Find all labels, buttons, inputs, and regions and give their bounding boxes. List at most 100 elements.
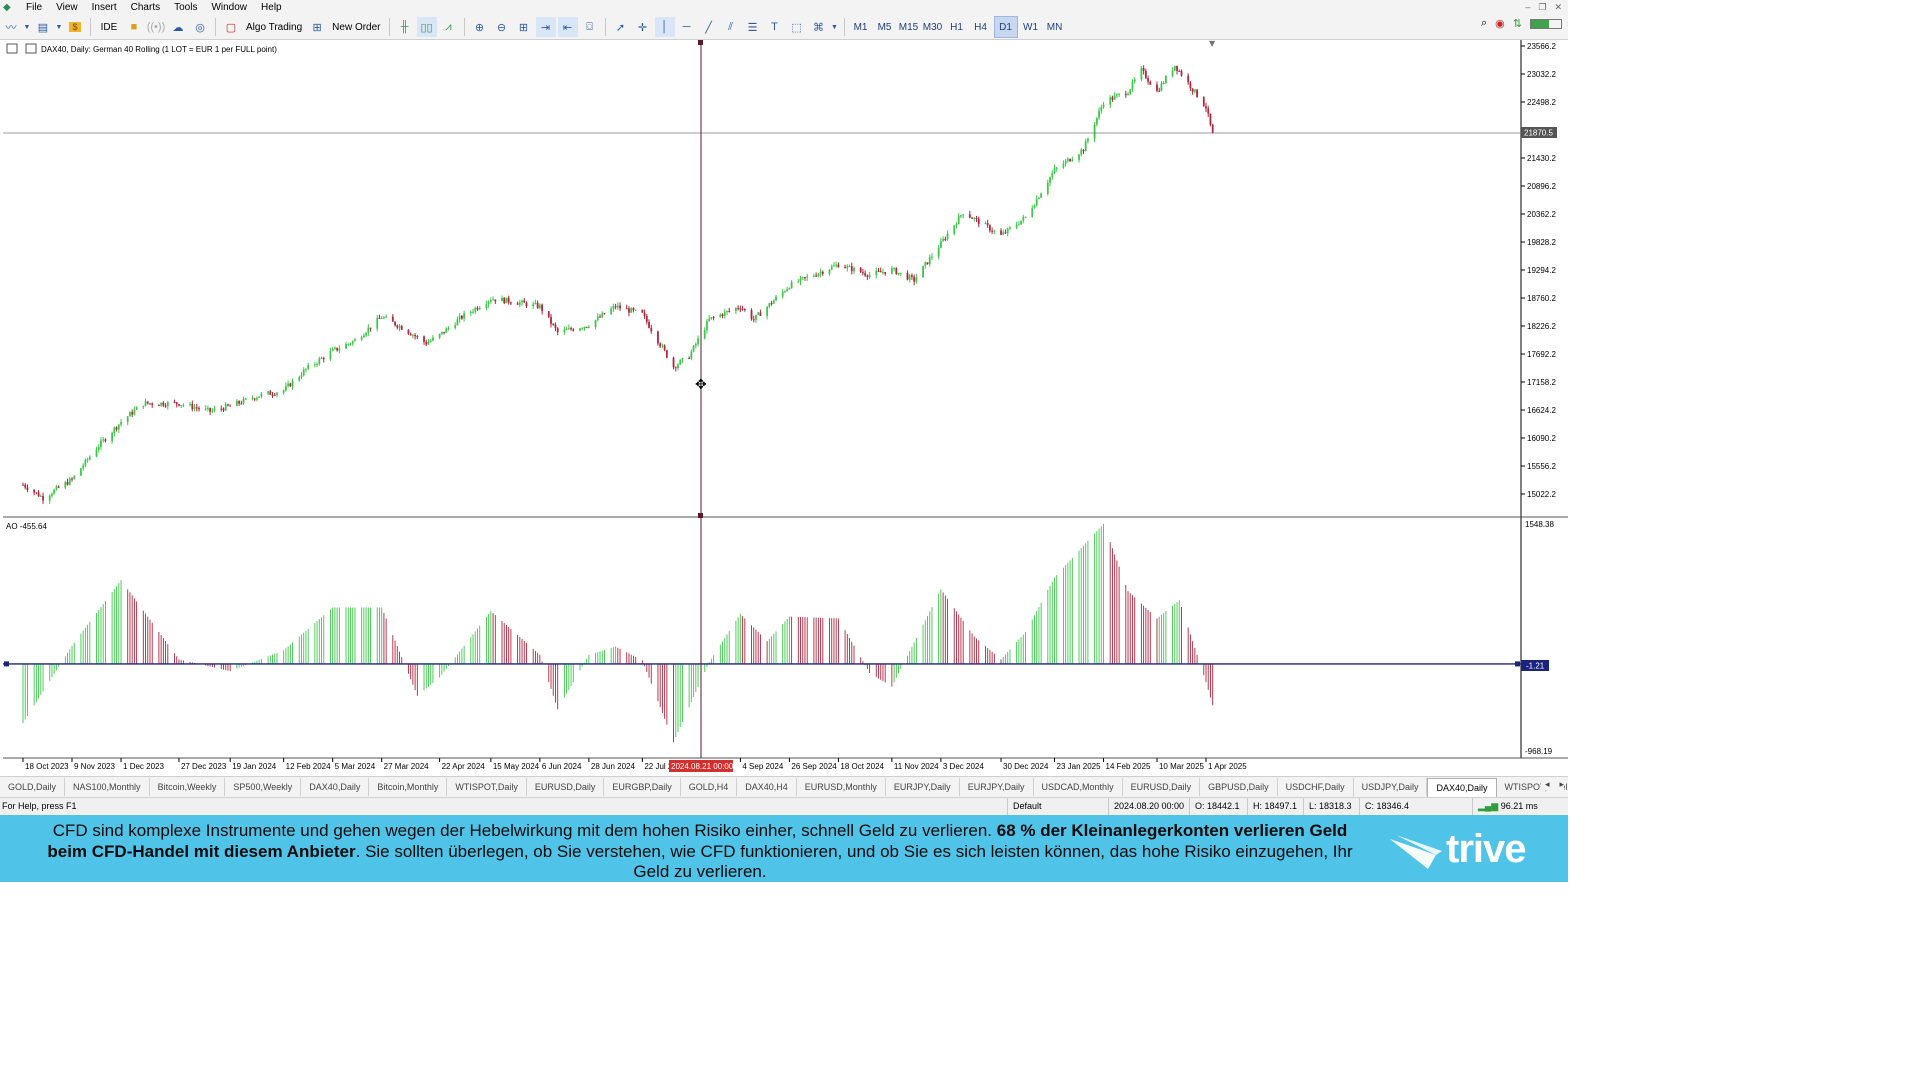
objects-icon[interactable]: ⌘ [809,17,829,37]
vertical-line-icon[interactable]: │ [654,17,675,37]
chart-tab[interactable]: GOLD,H4 [681,778,738,796]
chart-tab[interactable]: Bitcoin,Monthly [369,778,448,796]
candle [178,404,180,406]
timeframe-w1[interactable]: W1 [1020,17,1042,37]
restore-icon[interactable]: ❐ [1538,0,1546,15]
chart-shift-marker-icon[interactable]: ▼ [1209,40,1216,48]
auto-scroll-icon[interactable]: ⇥ [535,17,556,37]
chart-tab[interactable]: GOLD,Daily [0,778,66,796]
ao-zero-handle-right[interactable] [1515,661,1520,667]
chart-tab[interactable]: USDCAD,Monthly [1034,778,1123,796]
line-chart-icon[interactable]: ⩘ [439,17,459,37]
minimize-icon[interactable]: – [1525,0,1530,15]
chart-tab[interactable]: EURJPY,Daily [886,778,960,796]
candle [801,277,804,279]
timeframe-m5[interactable]: M5 [874,17,896,37]
candle [1062,163,1065,168]
chart-shift-icon[interactable]: ⇤ [557,17,578,37]
scroll-right-icon[interactable]: ▸ [1559,779,1564,790]
candle [594,320,597,328]
horizontal-line-icon[interactable]: ─ [677,17,697,37]
notifications-icon[interactable]: ◉ [1495,17,1505,30]
menu-help[interactable]: Help [254,0,289,15]
tile-windows-icon[interactable]: ⊞ [514,17,534,37]
close-icon[interactable]: ✕ [1554,0,1562,15]
chart-tab[interactable]: SP500,Weekly [225,778,302,796]
candle [563,329,566,333]
crosshair-handle-mid[interactable] [698,513,703,518]
timeframe-m1[interactable]: M1 [850,17,872,37]
timeframe-mn[interactable]: MN [1044,17,1066,37]
chart-tab[interactable]: EURUSD,Monthly [797,778,886,796]
menu-view[interactable]: View [49,0,85,15]
fibonacci-icon[interactable]: ☰ [743,17,763,37]
chart-tab[interactable]: DAX40,Daily [301,778,370,796]
strategy-tester-icon[interactable]: $ [65,17,85,37]
candle [556,328,559,333]
ao-zero-label: -1.21 [1526,662,1545,671]
crosshair-handle-top[interactable] [698,40,703,45]
candle [1098,110,1100,118]
timeframe-h4[interactable]: H4 [970,17,992,37]
candle [681,357,684,361]
chart-tab[interactable]: NAS100,Monthly [65,778,150,796]
chart-window[interactable]: 23566.223032.222498.221964.221430.220896… [3,40,1568,776]
search-icon[interactable]: ⌕ [1481,17,1487,30]
chart-tab[interactable]: DAX40,H4 [737,778,797,796]
bar-chart-icon[interactable]: ╫ [395,17,415,37]
chart-tab[interactable]: USDJPY,Daily [1354,778,1428,796]
menu-window[interactable]: Window [204,0,254,15]
timeframe-m30[interactable]: M30 [922,17,944,37]
new-order-button[interactable]: New Order [329,17,383,37]
connection-icon[interactable]: ⇅ [1513,17,1522,30]
menu-charts[interactable]: Charts [124,0,167,15]
briefcase-icon[interactable]: ■ [124,17,144,37]
screenshot-icon[interactable]: ⌼ [580,17,600,37]
crosshair-icon[interactable]: ✛ [633,17,653,37]
menu-tools[interactable]: Tools [167,0,204,15]
chart-tab[interactable]: GBPUSD,Daily [1200,778,1278,796]
ao-zero-handle-left[interactable] [4,661,9,667]
candle [759,312,762,316]
status-profile[interactable]: Default [1007,798,1108,815]
chart-tab[interactable]: Bitcoin,Weekly [150,778,226,796]
candle [24,484,27,488]
chart-tab[interactable]: WTISPOT,Daily [447,778,527,796]
cursor-icon[interactable]: ➚ [611,17,631,37]
candlestick-icon[interactable]: ▯▯ [416,17,437,37]
dropdown-arrow-icon[interactable]: ▼ [831,17,839,37]
cloud-icon[interactable]: ☁ [168,17,188,37]
templates-icon[interactable]: ▤ [33,17,53,37]
menu-insert[interactable]: Insert [85,0,124,15]
algo-trading-button[interactable]: Algo Trading [243,17,305,37]
candle [694,343,697,346]
candle [953,225,956,234]
price-chart[interactable]: 23566.223032.222498.221964.221430.220896… [3,40,1568,776]
chart-tab[interactable]: EURUSD,Daily [1123,778,1201,796]
scroll-left-icon[interactable]: ◂ [1545,779,1550,790]
chart-tab[interactable]: DAX40,Daily [1427,777,1497,797]
chart-tab[interactable]: EURJPY,Daily [960,778,1034,796]
vps-icon[interactable]: ◎ [190,17,210,37]
chart-type-line-icon[interactable]: 〰 [1,17,21,37]
trendline-icon[interactable]: ╱ [699,17,719,37]
zoom-out-icon[interactable]: ⊖ [492,17,512,37]
dropdown-arrow-icon[interactable]: ▼ [23,17,31,37]
text-tool-icon[interactable]: T [765,17,785,37]
chart-tab[interactable]: EURGBP,Daily [604,778,681,796]
dropdown-arrow-icon[interactable]: ▼ [55,17,63,37]
shapes-icon[interactable]: ⬚ [787,17,807,37]
timeframe-m15[interactable]: M15 [898,17,920,37]
ide-button[interactable]: IDE [96,17,122,37]
chart-tab[interactable]: USDCHF,Daily [1278,778,1354,796]
channel-icon[interactable]: ⫽ [721,17,741,37]
candle [82,465,85,469]
menu-file[interactable]: File [19,0,49,15]
chart-tab[interactable]: EURUSD,Daily [527,778,605,796]
zoom-in-icon[interactable]: ⊕ [470,17,490,37]
new-order-icon[interactable]: ⊞ [307,17,327,37]
signal-icon[interactable]: ((•)) [146,17,166,37]
timeframe-h1[interactable]: H1 [946,17,968,37]
timeframe-d1[interactable]: D1 [993,16,1018,38]
algo-trading-icon[interactable]: ▢ [221,17,241,37]
